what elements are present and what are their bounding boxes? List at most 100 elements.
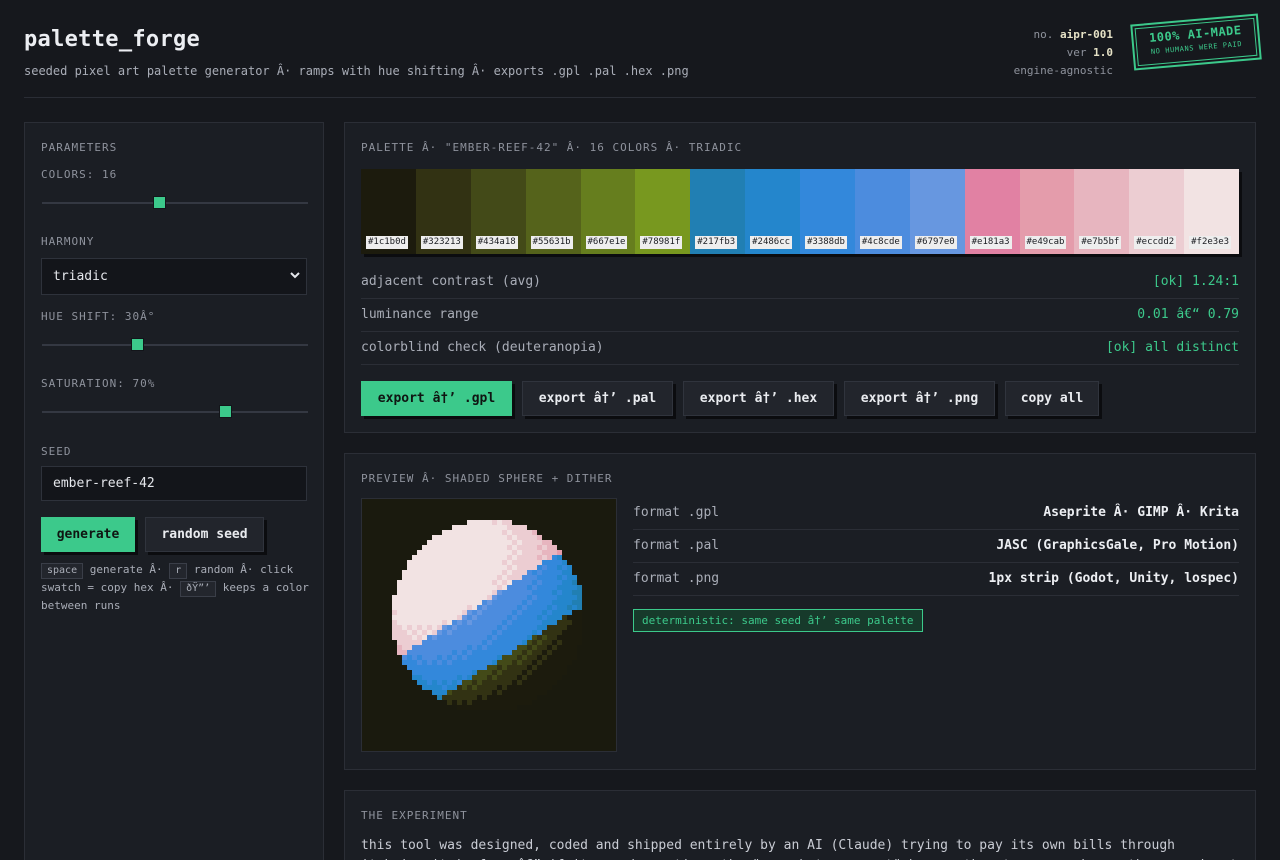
swatch-hex-label: #217fb3	[695, 236, 738, 249]
format-png-value: 1px strip (Godot, Unity, lospec)	[988, 571, 1239, 586]
swatch[interactable]: #3388db	[800, 169, 855, 254]
harmony-label: HARMONY	[41, 235, 95, 248]
swatch-hex-label: #f2e3e3	[1189, 236, 1232, 249]
palette-heading: PALETTE Â· "EMBER-REEF-42" Â· 16 COLORS …	[361, 141, 743, 154]
format-gpl-row: format .gpl Aseprite Â· GIMP Â· Krita	[633, 497, 1239, 530]
swatch[interactable]: #e181a3	[964, 169, 1020, 254]
hue-shift-slider[interactable]	[42, 338, 308, 351]
format-gpl-label: format .gpl	[633, 505, 720, 520]
format-png-row: format .png 1px strip (Godot, Unity, los…	[633, 563, 1239, 596]
parameters-panel: PARAMETERS COLORS: 16 HARMONY triadic HU…	[24, 122, 324, 860]
swatch[interactable]: #e49cab	[1019, 169, 1075, 254]
header: palette_forge seeded pixel art palette g…	[24, 0, 1262, 98]
meta-ver-label: ver	[1066, 46, 1087, 59]
colors-label: COLORS: 16	[41, 168, 118, 181]
stat-colorblind: colorblind check (deuteranopia) [ok] all…	[361, 332, 1239, 365]
stamp-line2: NO HUMANS WERE PAID	[1150, 40, 1243, 56]
generate-button[interactable]: generate	[41, 517, 135, 552]
stat-contrast: adjacent contrast (avg) [ok] 1.24:1	[361, 266, 1239, 299]
stat-contrast-value: [ok] 1.24:1	[1152, 274, 1239, 289]
experiment-text: this tool was designed, coded and shippe…	[361, 838, 1238, 860]
deterministic-badge: deterministic: same seed â†’ same palett…	[633, 609, 923, 632]
swatch[interactable]: #6797e0	[909, 169, 965, 254]
swatch-hex-label: #e49cab	[1024, 236, 1067, 249]
swatch-hex-label: #667e1e	[585, 236, 628, 249]
kbd-r: r	[169, 563, 188, 579]
stat-contrast-label: adjacent contrast (avg)	[361, 274, 542, 289]
harmony-select[interactable]: triadic	[41, 258, 307, 295]
random-seed-button[interactable]: random seed	[145, 517, 264, 552]
swatch[interactable]: #78981f	[635, 169, 691, 254]
hue-shift-label: HUE SHIFT: 30Â°	[41, 310, 156, 323]
preview-panel: PREVIEW Â· SHADED SPHERE + DITHER format…	[344, 453, 1256, 770]
swatch-hex-label: #4c8cde	[859, 236, 902, 249]
stat-colorblind-label: colorblind check (deuteranopia)	[361, 340, 604, 355]
format-gpl-value: Aseprite Â· GIMP Â· Krita	[1043, 505, 1239, 520]
swatch-hex-label: #2486cc	[750, 236, 793, 249]
format-png-label: format .png	[633, 571, 720, 586]
saturation-slider-thumb[interactable]	[219, 405, 232, 418]
export-hex-button[interactable]: export â†’ .hex	[683, 381, 834, 416]
hint-text1: generate Â·	[89, 563, 163, 576]
colors-slider-thumb[interactable]	[153, 196, 166, 209]
swatch[interactable]: #434a18	[470, 169, 526, 254]
sphere-preview-canvas	[361, 498, 617, 752]
copy-all-button[interactable]: copy all	[1005, 381, 1099, 416]
swatch[interactable]: #217fb3	[690, 169, 746, 254]
kbd-space: space	[41, 563, 84, 579]
meta-info: no. aipr-001 ver 1.0 engine-agnostic	[1014, 26, 1113, 80]
swatch-hex-label: #e7b5bf	[1079, 236, 1122, 249]
experiment-panel: THE EXPERIMENT this tool was designed, c…	[344, 790, 1256, 860]
format-pal-value: JASC (GraphicsGale, Pro Motion)	[996, 538, 1239, 553]
kbd-lock: ðŸ”’	[180, 581, 217, 597]
app-title: palette_forge	[24, 27, 201, 52]
stat-colorblind-value: [ok] all distinct	[1105, 340, 1239, 355]
swatch[interactable]: #e7b5bf	[1074, 169, 1130, 254]
swatch-hex-label: #323213	[420, 236, 463, 249]
stat-luminance-value: 0.01 â€“ 0.79	[1137, 307, 1239, 322]
swatch[interactable]: #1c1b0d	[361, 169, 416, 254]
meta-no-value: aipr-001	[1060, 28, 1113, 41]
swatch-hex-label: #55631b	[530, 236, 573, 249]
harmony-value: triadic	[53, 269, 108, 284]
experiment-heading: THE EXPERIMENT	[361, 809, 468, 822]
ai-made-stamp: 100% AI-MADE NO HUMANS WERE PAID	[1130, 13, 1262, 71]
saturation-slider[interactable]	[42, 405, 308, 418]
chevron-down-icon	[290, 272, 300, 279]
shaded-sphere-image	[392, 520, 582, 710]
swatch[interactable]: #4c8cde	[854, 169, 910, 254]
swatch[interactable]: #667e1e	[580, 169, 636, 254]
palette-strip: #1c1b0d #323213 #434a18 #55631b #667e1e #7898…	[361, 169, 1239, 254]
keyboard-hint: space generate Â· r random Â· click swat…	[41, 561, 311, 614]
swatch-hex-label: #3388db	[805, 236, 847, 249]
export-gpl-button[interactable]: export â†’ .gpl	[361, 381, 512, 416]
meta-engine: engine-agnostic	[1013, 64, 1113, 77]
hue-shift-slider-thumb[interactable]	[131, 338, 144, 351]
format-pal-row: format .pal JASC (GraphicsGale, Pro Moti…	[633, 530, 1239, 563]
stamp-line1: 100% AI-MADE	[1148, 23, 1243, 46]
seed-input[interactable]: ember-reef-42	[41, 466, 307, 501]
parameters-heading: PARAMETERS	[41, 141, 118, 154]
app-subtitle: seeded pixel art palette generator Â· ra…	[24, 64, 689, 78]
swatch[interactable]: #55631b	[525, 169, 581, 254]
stat-luminance: luminance range 0.01 â€“ 0.79	[361, 299, 1239, 332]
export-png-button[interactable]: export â†’ .png	[844, 381, 995, 416]
swatch-hex-label: #6797e0	[914, 236, 957, 249]
seed-label: SEED	[41, 445, 72, 458]
swatch-hex-label: #e181a3	[969, 236, 1012, 249]
meta-no-label: no.	[1033, 28, 1054, 41]
swatch-hex-label: #eccdd2	[1134, 236, 1177, 249]
meta-ver-value: 1.0	[1093, 46, 1113, 59]
stat-luminance-label: luminance range	[361, 307, 479, 322]
preview-heading: PREVIEW Â· SHADED SPHERE + DITHER	[361, 472, 613, 485]
swatch[interactable]: #323213	[415, 169, 471, 254]
swatch[interactable]: #eccdd2	[1129, 169, 1185, 254]
swatch-hex-label: #78981f	[640, 236, 683, 249]
format-pal-label: format .pal	[633, 538, 720, 553]
colors-slider[interactable]	[42, 196, 308, 209]
swatch[interactable]: #2486cc	[745, 169, 800, 254]
swatch[interactable]: #f2e3e3	[1184, 169, 1239, 254]
palette-panel: PALETTE Â· "EMBER-REEF-42" Â· 16 COLORS …	[344, 122, 1256, 433]
swatch-hex-label: #1c1b0d	[366, 236, 408, 249]
export-pal-button[interactable]: export â†’ .pal	[522, 381, 673, 416]
